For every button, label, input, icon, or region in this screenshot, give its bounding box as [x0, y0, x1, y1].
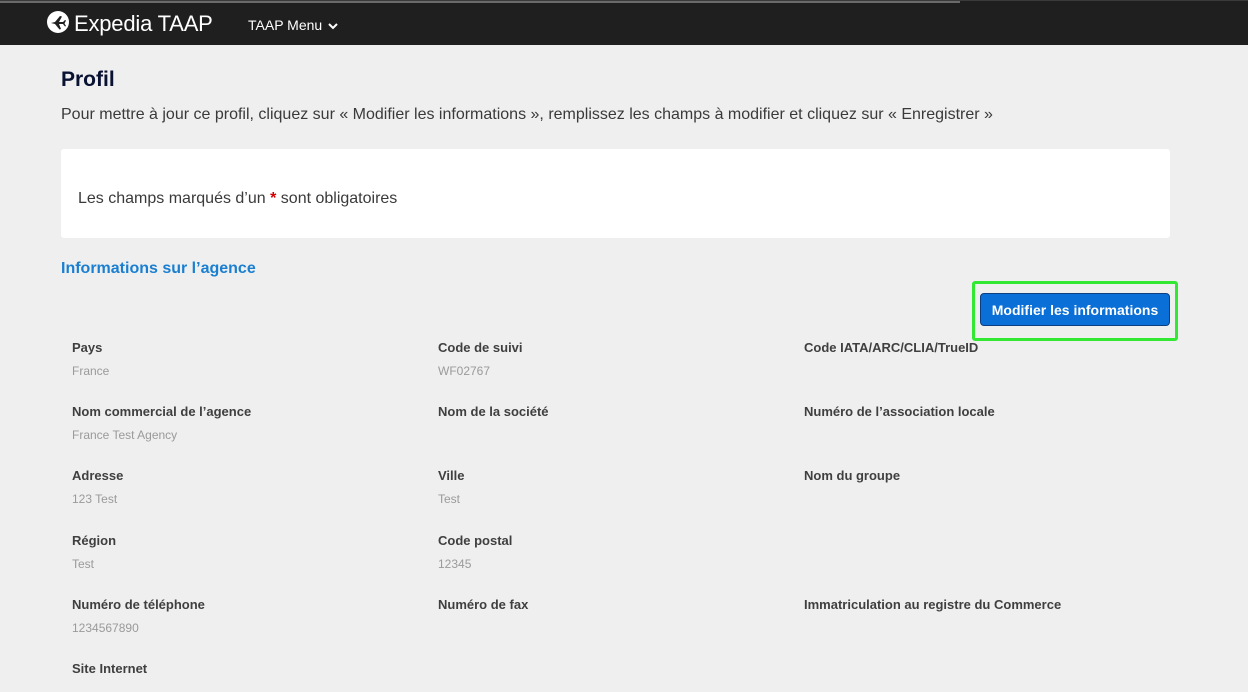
field-value: France: [72, 364, 110, 378]
field-label: Site Internet: [72, 661, 148, 676]
field-value: France Test Agency: [72, 428, 178, 442]
field-label: Numéro de téléphone: [72, 597, 205, 612]
field-region: Région Test: [72, 533, 116, 571]
field-code-postal: Code postal 12345: [438, 533, 512, 571]
taap-menu-dropdown[interactable]: TAAP Menu: [248, 17, 338, 33]
edit-information-button[interactable]: Modifier les informations: [980, 293, 1170, 326]
field-label: Nom du groupe: [804, 468, 901, 483]
field-label: Numéro de fax: [438, 597, 529, 612]
field-numero-association: Numéro de l’association locale: [804, 404, 995, 428]
field-label: Numéro de l’association locale: [804, 404, 995, 419]
field-code-suivi: Code de suivi WF02767: [438, 340, 523, 378]
required-fields-notice: Les champs marqués d’un * sont obligatoi…: [61, 149, 1170, 238]
field-code-iata: Code IATA/ARC/CLIA/TrueID: [804, 340, 978, 364]
page-title: Profil: [61, 68, 115, 91]
field-pays: Pays France: [72, 340, 109, 378]
plane-logo-icon: [46, 10, 70, 39]
section-title-agency-info: Informations sur l’agence: [61, 260, 256, 277]
chevron-down-icon: [322, 17, 338, 33]
top-navigation-bar: Expedia TAAP TAAP Menu: [0, 0, 1248, 45]
field-label: Code postal: [438, 533, 513, 548]
field-fax: Numéro de fax: [438, 597, 528, 621]
brand-logo[interactable]: Expedia TAAP: [46, 10, 213, 39]
field-value: Test: [72, 557, 95, 571]
field-label: Nom de la société: [438, 404, 549, 419]
field-value: Test: [438, 492, 461, 506]
field-label: Adresse: [72, 468, 124, 483]
field-value: 12345: [438, 557, 472, 571]
taap-menu-label: TAAP Menu: [248, 17, 323, 33]
field-value: WF02767: [438, 364, 491, 378]
page-intro-text: Pour mettre à jour ce profil, cliquez su…: [61, 106, 993, 123]
field-label: Région: [72, 533, 117, 548]
field-label: Code de suivi: [438, 340, 523, 355]
field-label: Pays: [72, 340, 103, 355]
field-site-internet: Site Internet: [72, 661, 147, 676]
field-value: 123 Test: [72, 492, 118, 506]
field-nom-groupe: Nom du groupe: [804, 468, 900, 492]
field-nom-commercial: Nom commercial de l’agence France Test A…: [72, 404, 251, 442]
field-value: 1234567890: [72, 621, 139, 635]
field-label: Ville: [438, 468, 465, 483]
field-nom-societe: Nom de la société: [438, 404, 549, 428]
notice-text-before: Les champs marqués d’un: [78, 190, 271, 207]
notice-text: Les champs marqués d’un * sont obligatoi…: [78, 190, 397, 208]
topbar-divider: [0, 1, 960, 3]
field-registre-commerce: Immatriculation au registre du Commerce: [804, 597, 1061, 621]
notice-text-after: sont obligatoires: [276, 190, 398, 207]
field-adresse: Adresse 123 Test: [72, 468, 123, 506]
brand-name: Expedia TAAP: [74, 11, 213, 36]
field-telephone: Numéro de téléphone 1234567890: [72, 597, 205, 635]
field-ville: Ville Test: [438, 468, 465, 506]
field-label: Immatriculation au registre du Commerce: [804, 597, 1062, 612]
field-label: Code IATA/ARC/CLIA/TrueID: [804, 340, 979, 355]
field-label: Nom commercial de l’agence: [72, 404, 252, 419]
